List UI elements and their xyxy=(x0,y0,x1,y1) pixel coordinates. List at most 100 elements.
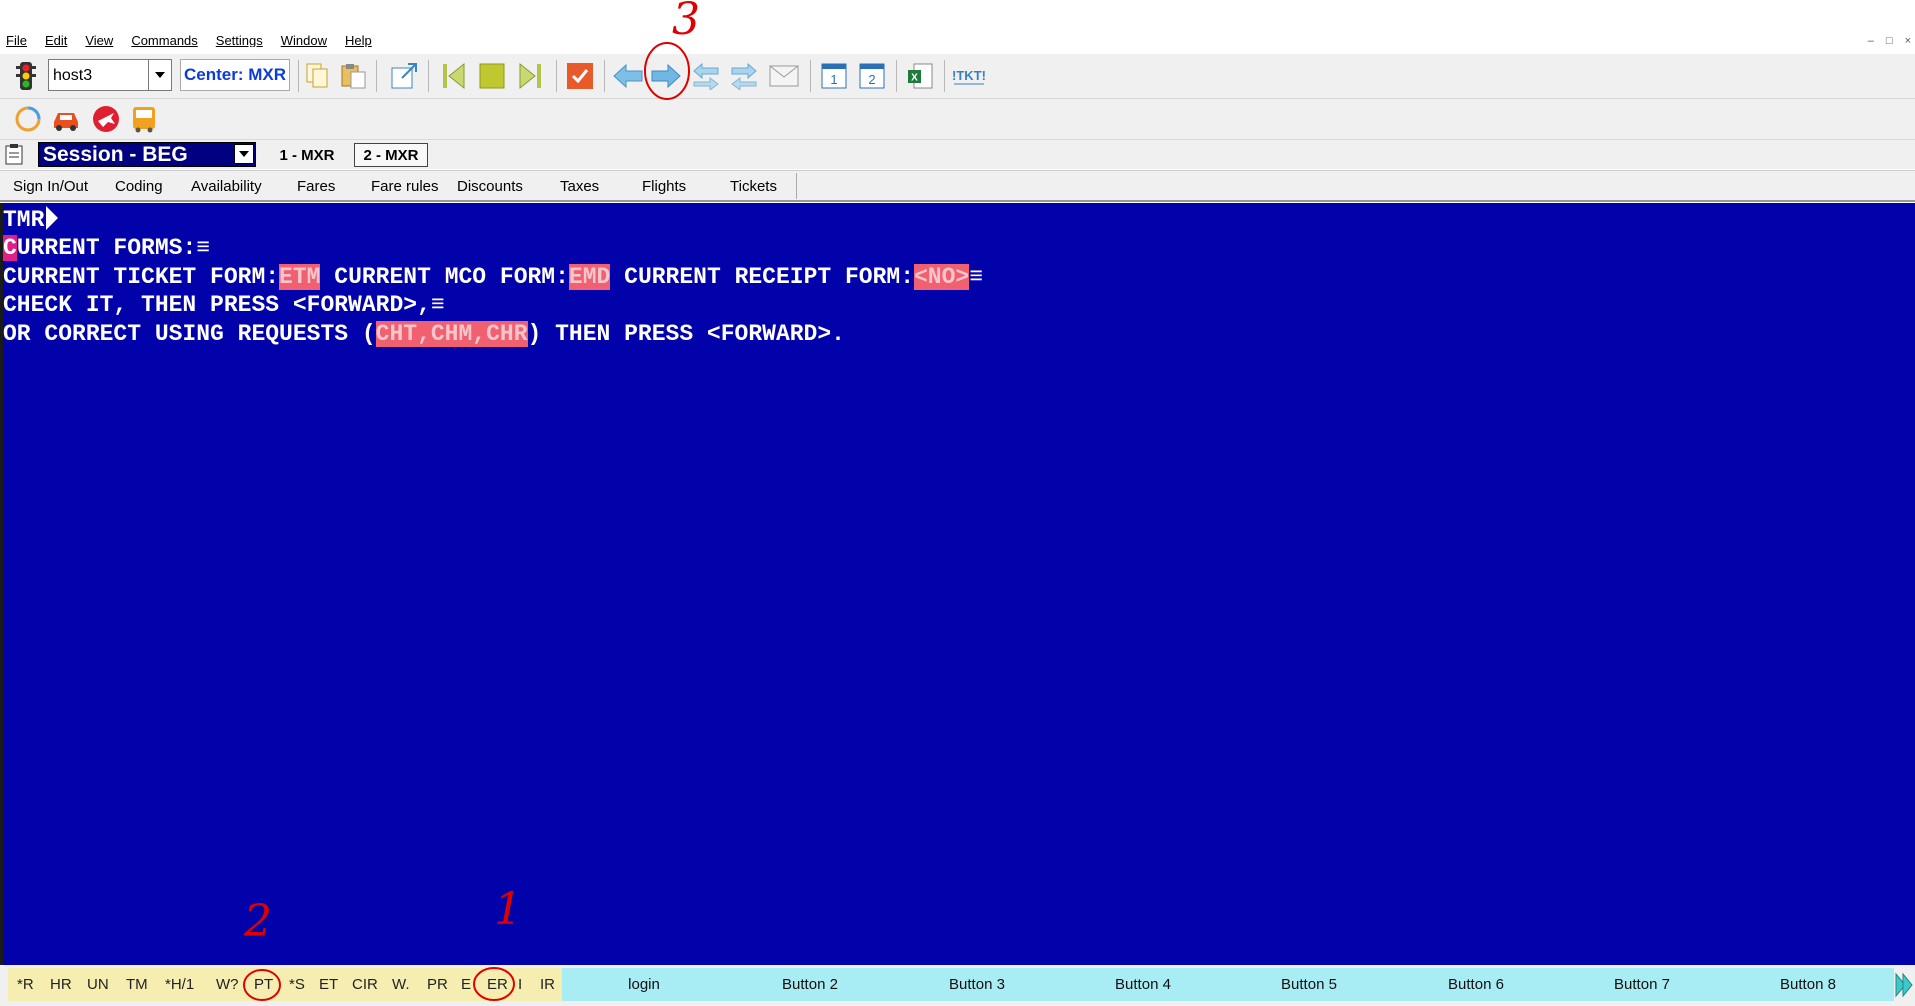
button-8[interactable]: Button 8 xyxy=(1748,968,1868,1001)
quick-button[interactable]: HR xyxy=(50,968,72,1001)
forward-arrows-icon[interactable] xyxy=(728,60,760,92)
window-controls: – □ × xyxy=(1868,35,1911,47)
paste-icon[interactable] xyxy=(338,60,370,92)
quick-button[interactable]: IR xyxy=(540,968,555,1001)
quick-button[interactable]: E xyxy=(461,968,471,1001)
close-icon[interactable]: × xyxy=(1905,35,1911,47)
quick-button-er[interactable]: ER xyxy=(487,968,508,1001)
button-4[interactable]: Button 4 xyxy=(1083,968,1203,1001)
terminal-screen[interactable]: TMR CURRENT FORMS:≡ CURRENT TICKET FORM:… xyxy=(0,203,1915,965)
quick-command-bar: *R HR UN TM *H/1 W? PT *S ET CIR W. PR E… xyxy=(8,968,562,1001)
host-select[interactable]: host3 xyxy=(48,59,172,91)
receipt-form-value[interactable]: <NO> xyxy=(914,264,970,290)
terminal-cursor: C xyxy=(3,235,17,261)
reply-arrows-icon[interactable] xyxy=(690,60,722,92)
line-end-marker: ≡ xyxy=(969,264,984,290)
excel-export-icon[interactable]: X xyxy=(904,60,936,92)
button-7[interactable]: Button 7 xyxy=(1582,968,1702,1001)
login-button[interactable]: login xyxy=(584,968,704,1001)
terminal-prompt-line: TMR xyxy=(3,206,59,234)
svg-text:2: 2 xyxy=(868,72,875,87)
quick-button[interactable]: *S xyxy=(289,968,305,1001)
quick-button[interactable]: W. xyxy=(392,968,410,1001)
quick-button[interactable]: *H/1 xyxy=(165,968,194,1001)
button-2[interactable]: Button 2 xyxy=(750,968,870,1001)
window-1-icon[interactable]: 1 xyxy=(818,60,850,92)
button-3[interactable]: Button 3 xyxy=(917,968,1037,1001)
quick-button[interactable]: PR xyxy=(427,968,448,1001)
annotation-number-2: 2 xyxy=(244,896,272,947)
menu-window[interactable]: Window xyxy=(281,33,327,47)
mco-form-value[interactable]: EMD xyxy=(568,264,611,290)
quick-button[interactable]: I xyxy=(518,968,522,1001)
tab-flights[interactable]: Flights xyxy=(642,171,686,201)
secondary-toolbar xyxy=(0,99,1915,140)
session-tab-1[interactable]: 1 - MXR xyxy=(266,143,348,167)
tab-sign-in-out[interactable]: Sign In/Out xyxy=(13,171,88,201)
session-chevron-down-icon[interactable] xyxy=(234,144,254,164)
terminal-line-3: CHECK IT, THEN PRESS <FORWARD>,≡ xyxy=(3,292,445,318)
tab-taxes[interactable]: Taxes xyxy=(560,171,599,201)
refresh-cloud-icon[interactable] xyxy=(12,103,44,135)
minimize-icon[interactable]: – xyxy=(1868,35,1874,47)
ticket-form-value[interactable]: ETM xyxy=(279,264,321,290)
session-tab-2[interactable]: 2 - MXR xyxy=(354,143,428,167)
tab-tickets[interactable]: Tickets xyxy=(730,171,777,201)
bus-icon[interactable] xyxy=(128,103,160,135)
line-end-marker: ≡ xyxy=(196,235,211,261)
checkmark-icon[interactable] xyxy=(564,60,596,92)
button-5[interactable]: Button 5 xyxy=(1249,968,1369,1001)
annotation-number-3: 3 xyxy=(672,0,700,45)
tab-fares[interactable]: Fares xyxy=(297,171,335,201)
menu-file[interactable]: File xyxy=(6,33,27,47)
tab-discounts[interactable]: Discounts xyxy=(457,171,523,201)
terminal-line-4: OR CORRECT USING REQUESTS (CHT,CHM,CHR) … xyxy=(3,321,845,347)
tab-fare-rules[interactable]: Fare rules xyxy=(371,171,439,201)
traffic-light-icon[interactable] xyxy=(10,60,42,92)
requests-value[interactable]: CHT,CHM,CHR xyxy=(375,321,528,347)
svg-text:!TKT!: !TKT! xyxy=(952,68,986,83)
scroll-forward-icon[interactable] xyxy=(1894,970,1914,1000)
quick-button[interactable]: W? xyxy=(216,968,239,1001)
function-tabs: Sign In/Out Coding Availability Fares Fa… xyxy=(0,170,1915,202)
chevron-down-icon[interactable] xyxy=(148,60,171,90)
plane-icon[interactable] xyxy=(90,103,122,135)
copy-icon[interactable] xyxy=(302,60,334,92)
annotation-number-1: 1 xyxy=(494,884,522,935)
window-2-icon[interactable]: 2 xyxy=(856,60,888,92)
car-icon[interactable] xyxy=(50,103,82,135)
quick-button[interactable]: ET xyxy=(319,968,338,1001)
clipboard-icon[interactable] xyxy=(4,143,24,170)
session-select[interactable]: Session - BEG xyxy=(38,142,256,167)
tab-availability[interactable]: Availability xyxy=(191,171,262,201)
session-title: Session - BEG xyxy=(43,143,188,166)
menu-help[interactable]: Help xyxy=(345,33,372,47)
external-window-icon[interactable] xyxy=(388,60,420,92)
quick-button[interactable]: UN xyxy=(87,968,109,1001)
menu-edit[interactable]: Edit xyxy=(45,33,67,47)
step-back-icon[interactable] xyxy=(438,60,470,92)
quick-button[interactable]: CIR xyxy=(352,968,378,1001)
ticket-icon[interactable]: !TKT! xyxy=(950,60,988,92)
menu-settings[interactable]: Settings xyxy=(216,33,263,47)
menu-commands[interactable]: Commands xyxy=(131,33,197,47)
terminal-line-1: CURRENT FORMS:≡ xyxy=(3,235,211,261)
mail-icon[interactable] xyxy=(768,60,800,92)
back-arrow-icon[interactable] xyxy=(612,60,644,92)
custom-button-bar: login Button 2 Button 3 Button 4 Button … xyxy=(562,968,1894,1001)
quick-button-pt[interactable]: PT xyxy=(254,968,273,1001)
menu-bar: File Edit View Commands Settings Window … xyxy=(0,0,1915,54)
quick-button[interactable]: TM xyxy=(126,968,148,1001)
svg-text:X: X xyxy=(911,73,918,84)
menu-view[interactable]: View xyxy=(85,33,113,47)
button-6[interactable]: Button 6 xyxy=(1416,968,1536,1001)
tab-divider xyxy=(796,173,797,199)
host-value: host3 xyxy=(53,67,93,84)
maximize-icon[interactable]: □ xyxy=(1886,35,1893,47)
quick-button[interactable]: *R xyxy=(17,968,34,1001)
forward-arrow-icon[interactable] xyxy=(650,60,682,92)
step-forward-icon[interactable] xyxy=(514,60,546,92)
line-end-marker: ≡ xyxy=(430,292,445,318)
stop-icon[interactable] xyxy=(476,60,508,92)
tab-coding[interactable]: Coding xyxy=(115,171,163,201)
